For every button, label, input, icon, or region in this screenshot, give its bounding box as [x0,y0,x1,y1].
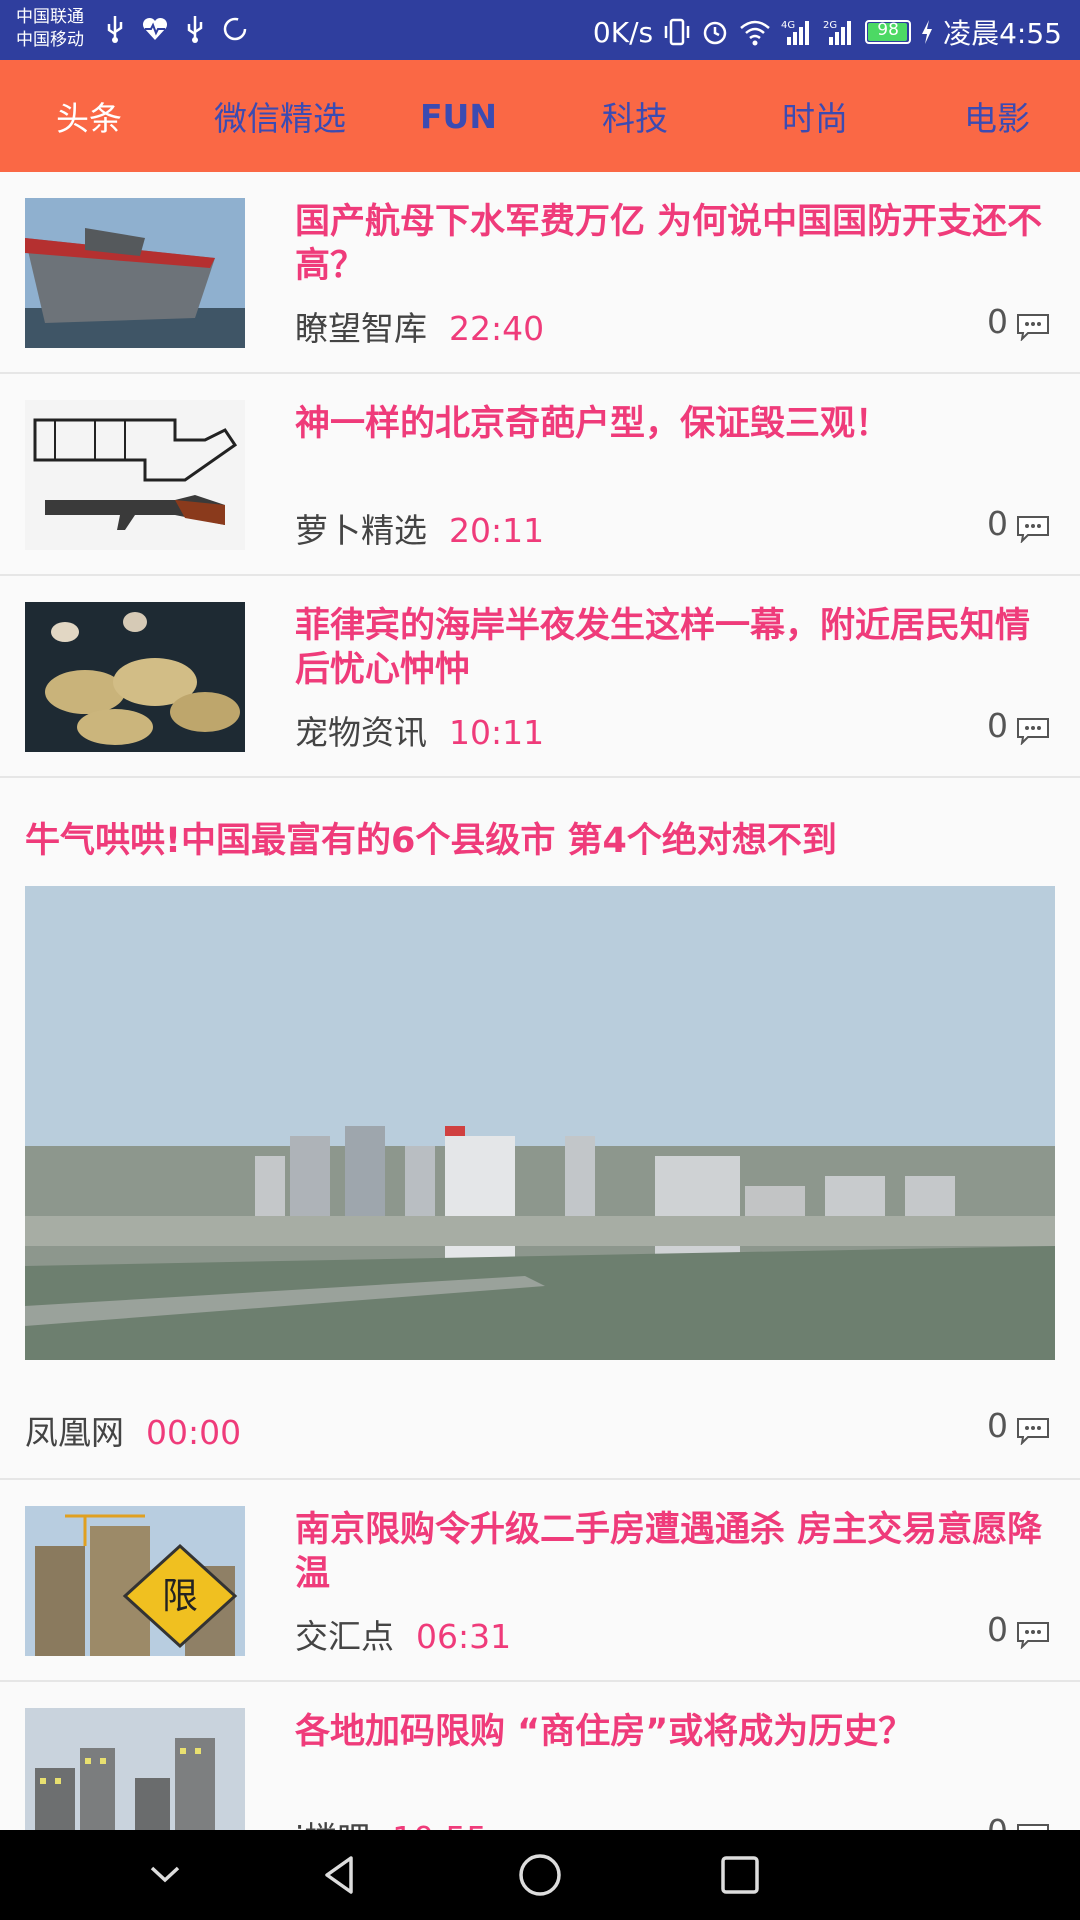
news-time: 00:00 [146,1413,242,1452]
news-item[interactable]: 国产航母下水军费万亿 为何说中国国防开支还不高？ 瞭望智库 22:40 0 [0,172,1080,374]
news-item-featured[interactable]: 牛气哄哄!中国最富有的6个县级市 第4个绝对想不到 凤凰网 00:00 0 [0,778,1080,1480]
usb-icon [107,16,123,43]
comment-number: 0 [987,302,1008,341]
system-nav-bar [0,1830,1080,1920]
comment-bubble-icon [1017,314,1049,341]
svg-text:4G: 4G [781,20,795,31]
city-skyline-photo[interactable] [25,886,1055,1360]
aircraft-carrier-photo[interactable] [25,198,245,348]
news-meta: i楼吧 10:55 [295,1812,487,1830]
sea-turtles-photo[interactable] [25,602,245,752]
news-meta: 萝卜精选 20:11 [295,504,544,552]
news-title[interactable]: 各地加码限购 “商住房”或将成为历史？ [295,1710,1058,1754]
comment-count[interactable]: 0 [987,706,1050,745]
svg-text:限: 限 [162,1576,198,1617]
news-meta: 凤凰网 00:00 [25,1406,241,1454]
news-time: 06:31 [416,1617,512,1656]
comment-number: 0 [987,1812,1008,1830]
news-title[interactable]: 神一样的北京奇葩户型，保证毁三观！ [295,402,1058,446]
usb-icon [187,16,203,43]
carrier-2: 中国移动 [16,30,84,50]
charging-icon [922,20,933,44]
news-time: 22:40 [449,309,545,348]
news-source: 宠物资讯 [295,713,427,752]
comment-bubble-icon [1017,718,1049,745]
news-source: 凤凰网 [25,1413,124,1452]
comment-count[interactable]: 0 [987,302,1050,341]
svg-text:2G: 2G [823,20,837,31]
signal-4g-icon: 4G [781,20,810,45]
category-tabs: 头条 微信精选 FUN 科技 时尚 电影 [0,60,1080,172]
tab-fashion[interactable]: 时尚 [780,92,850,140]
status-right: 0K/s 4G 2G 98 凌晨4:55 [593,12,1062,52]
tab-tech[interactable]: 科技 [600,92,670,140]
comment-number: 0 [987,504,1008,543]
clock: 凌晨4:55 [943,17,1062,50]
comment-count[interactable]: 0 [987,504,1050,543]
sync-icon [223,17,247,41]
comment-count[interactable]: 0 [987,1406,1050,1445]
news-time: 20:11 [449,511,545,550]
network-speed: 0K/s [592,15,654,49]
chevron-down-icon[interactable] [140,1850,190,1900]
status-bar: 中国联通 中国移动 0K/s 4G 2G 98 凌晨4:55 [0,0,1080,60]
wifi-icon [740,20,770,46]
comment-number: 0 [987,1406,1008,1445]
home-icon[interactable] [515,1850,565,1900]
tab-fun[interactable]: FUN [420,97,497,136]
news-time: 10:55 [392,1819,487,1830]
news-source: 萝卜精选 [295,511,427,550]
news-source: 交汇点 [295,1617,394,1656]
back-icon[interactable] [315,1850,365,1900]
news-item[interactable]: 各地加码限购 “商住房”或将成为历史？ i楼吧 10:55 0 [0,1682,1080,1830]
news-meta: 瞭望智库 22:40 [295,302,544,350]
comment-count[interactable]: 0 [987,1812,1050,1830]
comment-number: 0 [987,1610,1008,1649]
comment-bubble-icon [1017,1824,1049,1830]
comment-number: 0 [987,706,1008,745]
news-title[interactable]: 南京限购令升级二手房遭遇通杀 房主交易意愿降温 [295,1508,1058,1596]
housing-limit-sign-photo[interactable]: 限 [25,1506,245,1656]
battery-percent: 98 [877,20,899,40]
tab-wechat[interactable]: 微信精选 [210,92,350,140]
comment-bubble-icon [1017,1622,1049,1649]
notification-icons [102,14,248,44]
carrier-info: 中国联通 中国移动 [16,6,84,52]
news-meta: 宠物资讯 10:11 [295,706,544,754]
news-title[interactable]: 菲律宾的海岸半夜发生这样一幕，附近居民知情后忧心忡忡 [295,604,1058,692]
floor-plan-rifle-photo[interactable] [25,400,245,550]
vibrate-icon [664,18,690,46]
comment-bubble-icon [1017,516,1049,543]
tab-movies[interactable]: 电影 [962,92,1032,140]
signal-2g-icon: 2G [823,20,852,45]
news-item[interactable]: 限 南京限购令升级二手房遭遇通杀 房主交易意愿降温 交汇点 06:31 0 [0,1480,1080,1682]
news-item[interactable]: 菲律宾的海岸半夜发生这样一幕，附近居民知情后忧心忡忡 宠物资讯 10:11 0 [0,576,1080,778]
alarm-icon [703,21,727,45]
buildings-illustration[interactable] [25,1708,245,1830]
tab-headlines[interactable]: 头条 [54,92,124,140]
carrier-1: 中国联通 [16,7,84,27]
news-item[interactable]: 神一样的北京奇葩户型，保证毁三观！ 萝卜精选 20:11 0 [0,374,1080,576]
comment-count[interactable]: 0 [987,1610,1050,1649]
news-source: 瞭望智库 [295,309,427,348]
news-source: i楼吧 [295,1819,370,1830]
recents-icon[interactable] [715,1850,765,1900]
news-time: 10:11 [449,713,545,752]
news-title[interactable]: 国产航母下水军费万亿 为何说中国国防开支还不高？ [295,200,1058,288]
battery-icon: 98 [865,20,912,44]
news-feed[interactable]: 国产航母下水军费万亿 为何说中国国防开支还不高？ 瞭望智库 22:40 0 神一样… [0,172,1080,1830]
news-title[interactable]: 牛气哄哄!中国最富有的6个县级市 第4个绝对想不到 [25,812,1055,863]
comment-bubble-icon [1017,1418,1049,1445]
heart-monitor-icon [142,17,168,40]
news-meta: 交汇点 06:31 [295,1610,511,1658]
